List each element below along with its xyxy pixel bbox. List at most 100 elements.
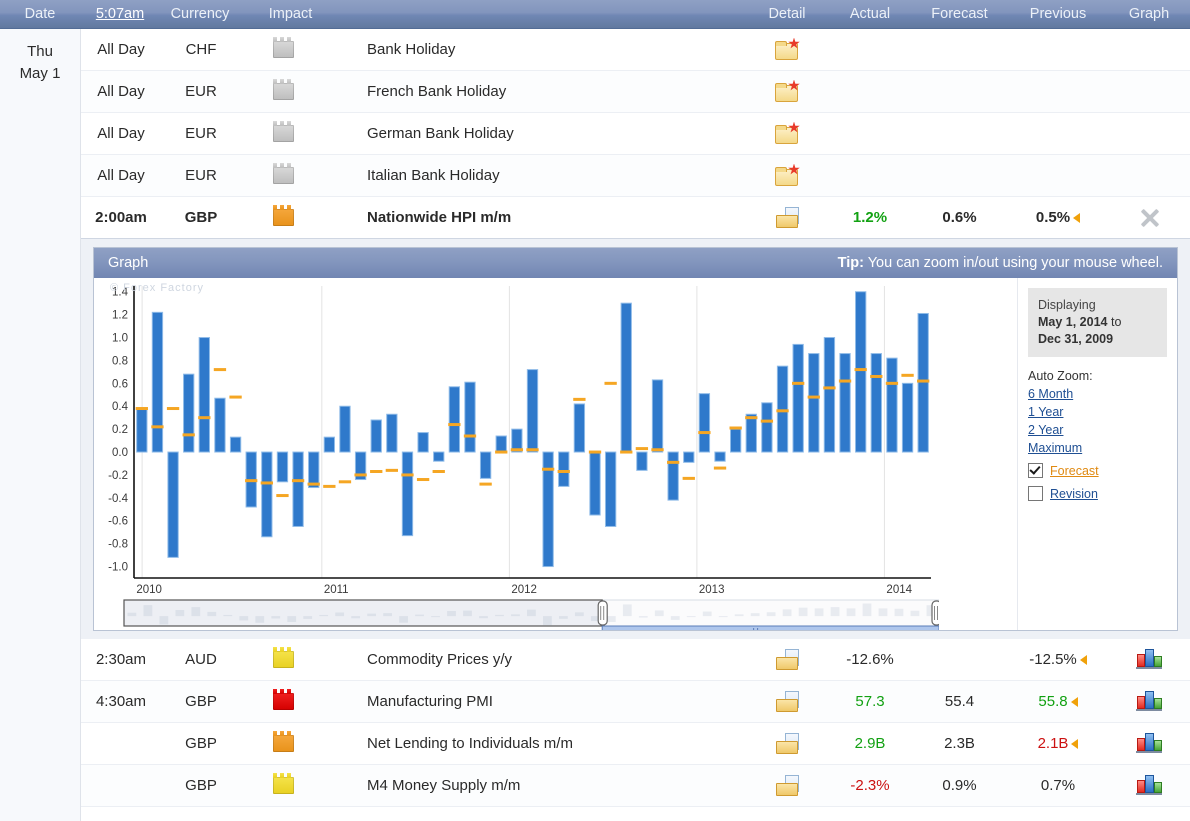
history-bar-chart[interactable]: 1.41.21.00.80.60.40.20.0-0.2-0.4-0.6-0.8…: [94, 278, 939, 630]
event-impact[interactable]: [241, 29, 326, 70]
revision-checkbox-label[interactable]: Revision: [1050, 487, 1098, 501]
bar-chart-icon[interactable]: [1136, 775, 1162, 795]
svg-text:-0.8: -0.8: [108, 539, 128, 551]
close-x-icon[interactable]: [1138, 207, 1160, 229]
event-impact[interactable]: [241, 197, 326, 238]
event-row[interactable]: All Day CHF Bank Holiday: [81, 29, 1190, 71]
date-column: Thu May 1: [0, 29, 81, 821]
column-header-graph[interactable]: Graph: [1108, 6, 1190, 22]
column-header-previous[interactable]: Previous: [1008, 6, 1108, 22]
event-graph-close[interactable]: [1108, 197, 1190, 238]
event-forecast: [911, 113, 1008, 154]
event-detail-toggle[interactable]: [745, 765, 829, 806]
event-detail-toggle[interactable]: [745, 197, 829, 238]
event-title[interactable]: Bank Holiday: [326, 29, 745, 70]
column-header-date[interactable]: Date: [0, 6, 80, 22]
event-currency: EUR: [185, 83, 217, 100]
event-row[interactable]: All Day EUR German Bank Holiday: [81, 113, 1190, 155]
event-graph-toggle[interactable]: [1108, 681, 1190, 722]
event-impact[interactable]: [241, 723, 326, 764]
auto-zoom-label: Auto Zoom:: [1028, 369, 1093, 383]
folder-open-page-icon[interactable]: [775, 732, 799, 754]
event-graph-toggle[interactable]: [1108, 155, 1190, 196]
event-graph-toggle[interactable]: [1108, 113, 1190, 154]
bar-chart-icon[interactable]: [1136, 691, 1162, 711]
forecast-checkbox[interactable]: [1028, 463, 1043, 478]
event-impact[interactable]: [241, 681, 326, 722]
event-detail-toggle[interactable]: [745, 681, 829, 722]
folder-open-page-icon[interactable]: [775, 690, 799, 712]
bar-chart-icon[interactable]: [1136, 733, 1162, 753]
graph-panel-wrapper: Graph Tip: You can zoom in/out using you…: [81, 239, 1190, 639]
event-row[interactable]: GBP Net Lending to Individuals m/m 2.9B 2.3…: [81, 723, 1190, 765]
folder-star-icon[interactable]: [775, 163, 800, 186]
calendar-header-row: Date 5:07am Currency Impact Detail Actua…: [0, 0, 1190, 29]
event-currency: GBP: [185, 777, 217, 794]
column-header-currency[interactable]: Currency: [160, 6, 240, 22]
event-impact[interactable]: [241, 765, 326, 806]
column-header-detail[interactable]: Detail: [745, 6, 829, 22]
folder-open-page-icon[interactable]: [775, 648, 799, 670]
event-detail-toggle[interactable]: [745, 155, 829, 196]
event-previous: 0.7%: [1008, 765, 1108, 806]
event-impact[interactable]: [241, 113, 326, 154]
event-title[interactable]: Nationwide HPI m/m: [326, 197, 745, 238]
event-impact[interactable]: [241, 639, 326, 680]
event-detail-toggle[interactable]: [745, 29, 829, 70]
zoom-option-6-month[interactable]: 6 Month: [1028, 387, 1167, 401]
event-detail-toggle[interactable]: [745, 113, 829, 154]
column-header-actual[interactable]: Actual: [829, 6, 911, 22]
event-time: [81, 765, 161, 806]
date-day: Thu: [27, 43, 53, 60]
event-detail-toggle[interactable]: [745, 71, 829, 112]
folder-star-icon[interactable]: [775, 79, 800, 102]
folder-open-page-icon[interactable]: [775, 206, 799, 228]
event-graph-toggle[interactable]: [1108, 765, 1190, 806]
column-header-time[interactable]: 5:07am: [80, 6, 160, 22]
svg-text:-0.2: -0.2: [108, 470, 128, 482]
event-row[interactable]: GBP M4 Money Supply m/m -2.3% 0.9% 0.7%: [81, 765, 1190, 807]
event-graph-toggle[interactable]: [1108, 723, 1190, 764]
event-title[interactable]: Commodity Prices y/y: [326, 639, 745, 680]
event-impact[interactable]: [241, 155, 326, 196]
zoom-option-2-year[interactable]: 2 Year: [1028, 423, 1167, 437]
zoom-option-maximum[interactable]: Maximum: [1028, 441, 1167, 455]
folder-star-icon[interactable]: [775, 37, 800, 60]
revision-checkbox[interactable]: [1028, 486, 1043, 501]
bar-chart-icon[interactable]: [1136, 649, 1162, 669]
event-row[interactable]: 2:30am AUD Commodity Prices y/y -12.6% -12.5…: [81, 639, 1190, 681]
event-currency: CHF: [185, 41, 217, 58]
graph-panel: Graph Tip: You can zoom in/out using you…: [93, 247, 1178, 631]
folder-open-page-icon[interactable]: [775, 774, 799, 796]
event-graph-toggle[interactable]: [1108, 29, 1190, 70]
event-row-expanded[interactable]: 2:00am GBP Nationwide HPI m/m 1.2% 0.6% …: [81, 197, 1190, 239]
event-actual: [829, 71, 911, 112]
event-title[interactable]: Manufacturing PMI: [326, 681, 745, 722]
event-impact[interactable]: [241, 71, 326, 112]
event-title[interactable]: M4 Money Supply m/m: [326, 765, 745, 806]
event-title[interactable]: German Bank Holiday: [326, 113, 745, 154]
chart-plot-area[interactable]: © Forex Factory 1.4 1.2 1.0 0.8 0.6 0.4 0.2 0.0…: [94, 278, 1017, 630]
event-previous-value: -12.5%: [1029, 651, 1077, 668]
event-title[interactable]: Net Lending to Individuals m/m: [326, 723, 745, 764]
forecast-checkbox-label[interactable]: Forecast: [1050, 464, 1099, 478]
event-row[interactable]: All Day EUR Italian Bank Holiday: [81, 155, 1190, 197]
event-row[interactable]: 4:30am GBP Manufacturing PMI 57.3 55.4 55.8: [81, 681, 1190, 723]
forecast-checkbox-row[interactable]: Forecast: [1028, 463, 1167, 478]
event-title[interactable]: Italian Bank Holiday: [326, 155, 745, 196]
folder-star-icon[interactable]: [775, 121, 800, 144]
event-detail-toggle[interactable]: [745, 639, 829, 680]
date-label: Thu May 1: [0, 29, 80, 85]
event-time: [81, 723, 161, 764]
event-graph-toggle[interactable]: [1108, 71, 1190, 112]
graph-panel-header: Graph Tip: You can zoom in/out using you…: [94, 248, 1177, 278]
column-header-forecast[interactable]: Forecast: [911, 6, 1008, 22]
event-title[interactable]: French Bank Holiday: [326, 71, 745, 112]
impact-high-icon: [273, 693, 294, 710]
revision-checkbox-row[interactable]: Revision: [1028, 486, 1167, 501]
zoom-option-1-year[interactable]: 1 Year: [1028, 405, 1167, 419]
event-row[interactable]: All Day EUR French Bank Holiday: [81, 71, 1190, 113]
column-header-impact[interactable]: Impact: [240, 6, 333, 22]
event-graph-toggle[interactable]: [1108, 639, 1190, 680]
event-detail-toggle[interactable]: [745, 723, 829, 764]
